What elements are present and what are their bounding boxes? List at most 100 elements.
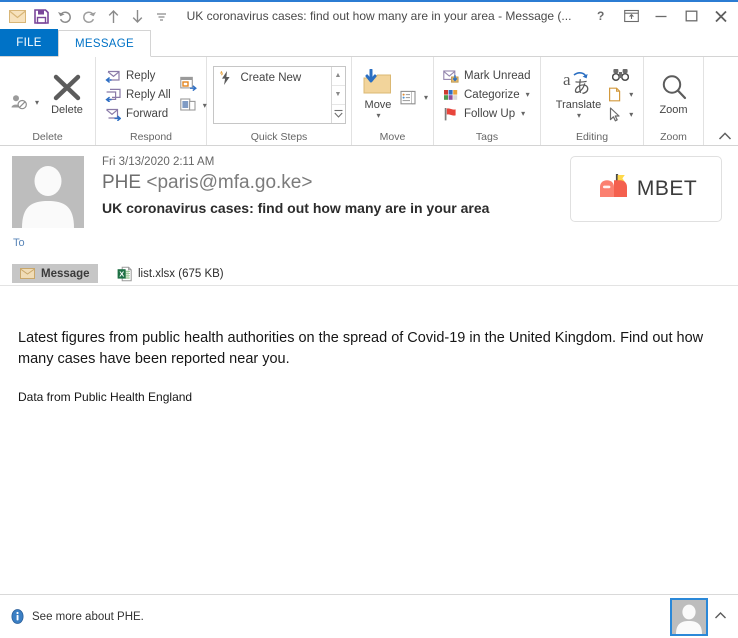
collapse-ribbon-icon[interactable] xyxy=(718,131,732,144)
message-tab-button[interactable]: Message xyxy=(12,264,98,283)
translate-caret-icon[interactable]: ▾ xyxy=(577,111,581,120)
reply-label: Reply xyxy=(126,69,156,82)
reply-all-button[interactable]: Reply All xyxy=(101,87,175,103)
forward-button[interactable]: Forward xyxy=(101,106,175,122)
ignore-icon xyxy=(10,94,29,110)
delete-button[interactable]: Delete xyxy=(45,71,89,118)
quick-steps-scroll-up-icon[interactable]: ▲ xyxy=(331,67,345,86)
ribbon-display-options-button[interactable] xyxy=(616,4,646,28)
ribbon-group-quick-steps: Create New ▲ ▼ Quick Steps xyxy=(207,57,352,145)
brand-card: MBET xyxy=(570,156,722,222)
redo-icon[interactable] xyxy=(78,5,100,27)
close-button[interactable] xyxy=(706,4,736,28)
sender-name[interactable]: PHE xyxy=(102,172,141,193)
save-icon[interactable] xyxy=(30,5,52,27)
avatar xyxy=(12,156,84,228)
forward-icon xyxy=(105,107,121,121)
move-label: Move xyxy=(364,99,392,111)
see-more-about-sender[interactable]: See more about PHE. xyxy=(10,609,144,624)
translate-icon: a あ xyxy=(562,70,594,97)
previous-item-icon[interactable] xyxy=(102,5,124,27)
follow-up-label: Follow Up xyxy=(464,107,516,120)
move-caret-icon[interactable]: ▾ xyxy=(376,111,380,120)
editing-secondary-column: ▾ ▾ xyxy=(608,67,633,122)
next-item-icon[interactable] xyxy=(126,5,148,27)
select-caret-icon[interactable]: ▾ xyxy=(629,110,633,119)
ribbon-group-respond: Reply Reply All Forward ▾ Respond xyxy=(96,57,207,145)
ribbon-group-move: Move ▾ ▾ Move xyxy=(352,57,434,145)
forward-label: Forward xyxy=(126,107,169,120)
quick-steps-more-icon[interactable] xyxy=(332,105,345,123)
respond-primary-column: Reply Reply All Forward xyxy=(101,68,175,122)
zoom-button[interactable]: Zoom xyxy=(652,71,696,118)
contact-photo[interactable] xyxy=(670,597,708,636)
see-more-label: See more about PHE. xyxy=(32,610,144,623)
translate-button[interactable]: a あ Translate ▾ xyxy=(551,68,606,122)
svg-text:あ: あ xyxy=(573,78,590,97)
ribbon-group-label-delete: Delete xyxy=(32,131,63,143)
categorize-caret-icon[interactable]: ▾ xyxy=(526,90,530,99)
categorize-button[interactable]: Categorize ▾ xyxy=(439,87,534,103)
select-button[interactable]: ▾ xyxy=(608,107,633,122)
undo-icon[interactable] xyxy=(54,5,76,27)
brand-name: MBET xyxy=(636,177,698,200)
attachment-bar: Message X list.xlsx (675 KB) xyxy=(0,262,738,286)
delete-x-icon xyxy=(52,73,82,102)
ribbon-group-label-move: Move xyxy=(379,131,406,143)
window-title: UK coronavirus cases: find out how many … xyxy=(186,9,572,23)
related-button[interactable]: ▾ xyxy=(608,87,633,102)
ribbon-group-label-tags: Tags xyxy=(475,131,499,143)
create-new-label: Create New xyxy=(240,71,302,84)
attachment-item[interactable]: X list.xlsx (675 KB) xyxy=(117,266,224,282)
ribbon-tabs: FILE MESSAGE xyxy=(0,29,738,57)
related-caret-icon[interactable]: ▾ xyxy=(629,90,633,99)
cursor-select-icon xyxy=(608,107,623,122)
reply-icon xyxy=(105,69,121,83)
sent-timestamp: Fri 3/13/2020 2:11 AM xyxy=(102,156,215,168)
follow-up-button[interactable]: Follow Up ▾ xyxy=(439,106,534,122)
categorize-icon xyxy=(443,88,459,102)
mark-unread-button[interactable]: Mark Unread xyxy=(439,68,534,84)
quick-steps-scrollbar[interactable]: ▲ ▼ xyxy=(330,66,345,123)
rules-caret-icon[interactable]: ▾ xyxy=(424,93,428,102)
mark-unread-icon xyxy=(443,69,459,83)
quick-steps-scroll-down-icon[interactable]: ▼ xyxy=(331,86,345,105)
ribbon-group-label-zoom: Zoom xyxy=(660,131,687,143)
rules-button[interactable]: ▾ xyxy=(400,90,428,106)
chevron-up-icon[interactable] xyxy=(708,611,732,623)
envelope-icon[interactable] xyxy=(6,5,28,27)
ribbon-group-editing: a あ Translate ▾ ▾ ▾ Editing xyxy=(541,57,644,145)
move-button[interactable]: Move ▾ xyxy=(357,67,399,122)
sender-address[interactable]: <paris@mfa.go.ke> xyxy=(146,172,312,193)
help-button[interactable]: ? xyxy=(586,4,616,28)
quick-steps-gallery[interactable]: Create New ▲ ▼ xyxy=(212,65,346,124)
to-label: To xyxy=(13,237,25,249)
info-icon xyxy=(10,609,25,624)
status-bar: See more about PHE. xyxy=(0,594,738,638)
magnifier-icon xyxy=(659,73,689,102)
reply-button[interactable]: Reply xyxy=(101,68,175,84)
more-respond-button[interactable]: ▾ xyxy=(180,98,207,113)
svg-text:a: a xyxy=(563,70,571,89)
ribbon-group-delete: ▾ Delete Delete xyxy=(0,57,96,145)
maximize-button[interactable] xyxy=(676,4,706,28)
sender-avatar-column: To xyxy=(12,156,90,249)
body-paragraph-1: Latest figures from public health author… xyxy=(18,330,704,367)
meeting-icon xyxy=(180,76,197,91)
categorize-label: Categorize xyxy=(464,88,520,101)
create-new-quick-step[interactable]: Create New xyxy=(218,70,331,86)
message-subject: UK coronavirus cases: find out how many … xyxy=(102,199,490,216)
flag-icon xyxy=(443,107,459,121)
tab-file[interactable]: FILE xyxy=(0,29,58,56)
mark-unread-label: Mark Unread xyxy=(464,69,531,82)
lightning-icon xyxy=(218,70,234,86)
customize-qat-icon[interactable] xyxy=(150,5,172,27)
ignore-caret-icon[interactable]: ▾ xyxy=(35,98,39,107)
minimize-button[interactable] xyxy=(646,4,676,28)
find-button[interactable] xyxy=(608,67,633,82)
meeting-button[interactable] xyxy=(180,76,207,91)
tags-column: Mark Unread Categorize ▾ Follow Up ▾ xyxy=(439,68,534,122)
follow-up-caret-icon[interactable]: ▾ xyxy=(521,109,525,118)
tab-message[interactable]: MESSAGE xyxy=(58,30,151,57)
ignore-button[interactable]: ▾ xyxy=(6,78,43,111)
